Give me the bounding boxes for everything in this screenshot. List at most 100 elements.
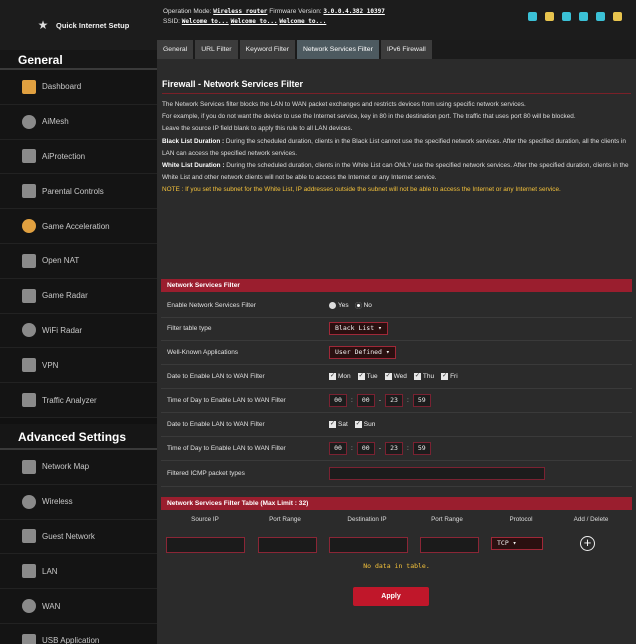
- general-section-header: General: [0, 50, 157, 70]
- add-rule-icon[interactable]: +: [580, 536, 595, 551]
- filter-table-columns: Source IP Port Range Destination IP Port…: [191, 516, 609, 523]
- weekday-thu-checkbox[interactable]: ✓ Thu: [413, 372, 434, 380]
- sidebar-item-vpn[interactable]: VPN: [0, 348, 157, 384]
- enable-yes-radio[interactable]: Yes: [329, 301, 349, 309]
- sidebar-item-wan[interactable]: WAN: [0, 589, 157, 624]
- weekend-sun-checkbox[interactable]: ✓ Sun: [354, 420, 375, 428]
- family-icon: [22, 184, 36, 199]
- sidebar-item-label: AiProtection: [42, 151, 86, 161]
- apply-button[interactable]: Apply: [353, 587, 429, 606]
- filter-table-header: Network Services Filter Table (Max Limit…: [161, 497, 632, 510]
- enable-filter-row: Enable Network Services Filter Yes No: [161, 294, 632, 318]
- sidebar-item-wifi-radar[interactable]: WiFi Radar: [0, 313, 157, 349]
- sidebar-item-guest-network[interactable]: Guest Network: [0, 519, 157, 555]
- sidebar-item-parental-controls[interactable]: Parental Controls: [0, 174, 157, 210]
- guest-icon: [22, 529, 36, 544]
- tab-url-filter[interactable]: URL Filter: [195, 40, 238, 59]
- sidebar-item-network-map[interactable]: Network Map: [0, 449, 157, 485]
- sidebar-item-label: Guest Network: [42, 531, 95, 541]
- weekend-sat-checkbox[interactable]: ✓ Sat: [329, 420, 348, 428]
- advanced-section-header: Advanced Settings: [0, 423, 157, 450]
- internet-status-icon[interactable]: [528, 12, 537, 21]
- quick-internet-setup-button[interactable]: ★ Quick Internet Setup: [0, 0, 157, 50]
- weekday-fri-checkbox[interactable]: ✓ Fri: [441, 372, 458, 380]
- ssid-link-1[interactable]: Welcome to...: [182, 18, 229, 25]
- weekday-wed-checkbox[interactable]: ✓ Wed: [384, 372, 407, 380]
- weekend-time-row: Time of Day to Enable LAN to WAN Filter …: [161, 437, 632, 461]
- client-status-icon[interactable]: [579, 12, 588, 21]
- shield-icon: [22, 149, 36, 164]
- tab-network-services-filter[interactable]: Network Services Filter: [296, 40, 379, 59]
- sidebar-item-aimesh[interactable]: AiMesh: [0, 104, 157, 140]
- icmp-row: Filtered ICMP packet types: [161, 461, 632, 487]
- weekend-end-min-input[interactable]: 59: [412, 441, 431, 455]
- ssid-link-3[interactable]: Welcome to...: [279, 18, 326, 25]
- source-port-range-input[interactable]: [258, 537, 317, 553]
- wifi-radar-icon: [22, 323, 36, 338]
- ssid-link-2[interactable]: Welcome to...: [231, 18, 278, 25]
- weekday-start-min-input[interactable]: 00: [356, 393, 375, 407]
- tab-ipv6-firewall[interactable]: IPv6 Firewall: [380, 40, 432, 59]
- sidebar-item-label: WiFi Radar: [42, 325, 83, 335]
- traffic-icon: [22, 393, 36, 408]
- weekday-start-hour-input[interactable]: 00: [329, 393, 347, 407]
- network-map-icon: [22, 459, 36, 474]
- sidebar-item-lan[interactable]: LAN: [0, 554, 157, 590]
- sidebar-item-label: Traffic Analyzer: [42, 395, 97, 405]
- rocket-icon: [22, 219, 36, 234]
- tab-keyword-filter[interactable]: Keyword Filter: [239, 40, 295, 59]
- destination-ip-input[interactable]: [329, 537, 408, 553]
- note-text: NOTE : If you set the subnet for the Whi…: [162, 186, 561, 194]
- weekend-start-hour-input[interactable]: 00: [329, 441, 347, 455]
- open-nat-icon: [22, 253, 36, 268]
- status-bar: Operation Mode: Wireless router Firmware…: [157, 0, 636, 40]
- tab-general[interactable]: General: [157, 40, 194, 59]
- well-known-apps-row: Well-Known Applications User Defined: [161, 341, 632, 365]
- sidebar-item-game-radar[interactable]: Game Radar: [0, 278, 157, 314]
- sidebar-item-label: VPN: [42, 360, 59, 370]
- weekend-start-min-input[interactable]: 00: [356, 441, 375, 455]
- destination-port-range-input[interactable]: [420, 537, 479, 553]
- title-divider: [162, 93, 631, 94]
- sidebar-item-label: USB Application: [42, 636, 100, 644]
- source-ip-input[interactable]: [166, 537, 245, 553]
- wifi-status-icon[interactable]: [545, 12, 554, 21]
- protocol-select[interactable]: TCP: [491, 537, 543, 550]
- weekend-end-hour-input[interactable]: 23: [384, 441, 403, 455]
- sidebar-item-usb-application[interactable]: USB Application: [0, 623, 157, 644]
- radar-icon: [22, 288, 36, 303]
- sidebar-item-open-nat[interactable]: Open NAT: [0, 243, 157, 279]
- weekday-tue-checkbox[interactable]: ✓ Tue: [357, 372, 378, 380]
- settings-status-icon[interactable]: [613, 12, 622, 21]
- vpn-icon: [22, 358, 36, 373]
- wan-icon: [22, 599, 36, 614]
- sidebar-item-game-acceleration[interactable]: Game Acceleration: [0, 209, 157, 244]
- sidebar-item-aiprotection[interactable]: AiProtection: [0, 139, 157, 175]
- sidebar-item-wireless[interactable]: Wireless: [0, 484, 157, 520]
- page-description: The Network Services filter blocks the L…: [162, 99, 630, 197]
- icmp-types-input[interactable]: [329, 467, 545, 480]
- weekday-time-row: Time of Day to Enable LAN to WAN Filter …: [161, 389, 632, 413]
- well-known-apps-select[interactable]: User Defined: [329, 345, 396, 359]
- weekday-mon-checkbox[interactable]: ✓ Mon: [329, 372, 351, 380]
- filter-section-header: Network Services Filter: [161, 279, 632, 292]
- dashboard-icon: [22, 79, 36, 94]
- sidebar: ★ Quick Internet Setup General Dashboard…: [0, 0, 157, 644]
- sidebar-item-label: Parental Controls: [42, 186, 104, 196]
- usb-icon: [22, 633, 36, 644]
- page-title: Firewall - Network Services Filter: [162, 79, 304, 89]
- op-mode-link[interactable]: Wireless router: [213, 8, 267, 15]
- sidebar-item-label: Dashboard: [42, 82, 82, 92]
- sidebar-item-label: Wireless: [42, 497, 73, 507]
- enable-no-radio[interactable]: No: [354, 301, 372, 309]
- sidebar-item-dashboard[interactable]: Dashboard: [0, 70, 157, 105]
- filter-table-type-select[interactable]: Black List: [329, 321, 388, 335]
- weekday-end-hour-input[interactable]: 23: [384, 393, 403, 407]
- wand-icon: ★: [37, 18, 49, 32]
- weekday-end-min-input[interactable]: 59: [412, 393, 431, 407]
- usb-status-icon[interactable]: [562, 12, 571, 21]
- sidebar-item-traffic-analyzer[interactable]: Traffic Analyzer: [0, 383, 157, 418]
- weekday-date-row: Date to Enable LAN to WAN Filter ✓ Mon ✓ Tu…: [161, 365, 632, 389]
- app-status-icon[interactable]: [596, 12, 605, 21]
- firmware-link[interactable]: 3.0.0.4.382_10397: [323, 8, 384, 15]
